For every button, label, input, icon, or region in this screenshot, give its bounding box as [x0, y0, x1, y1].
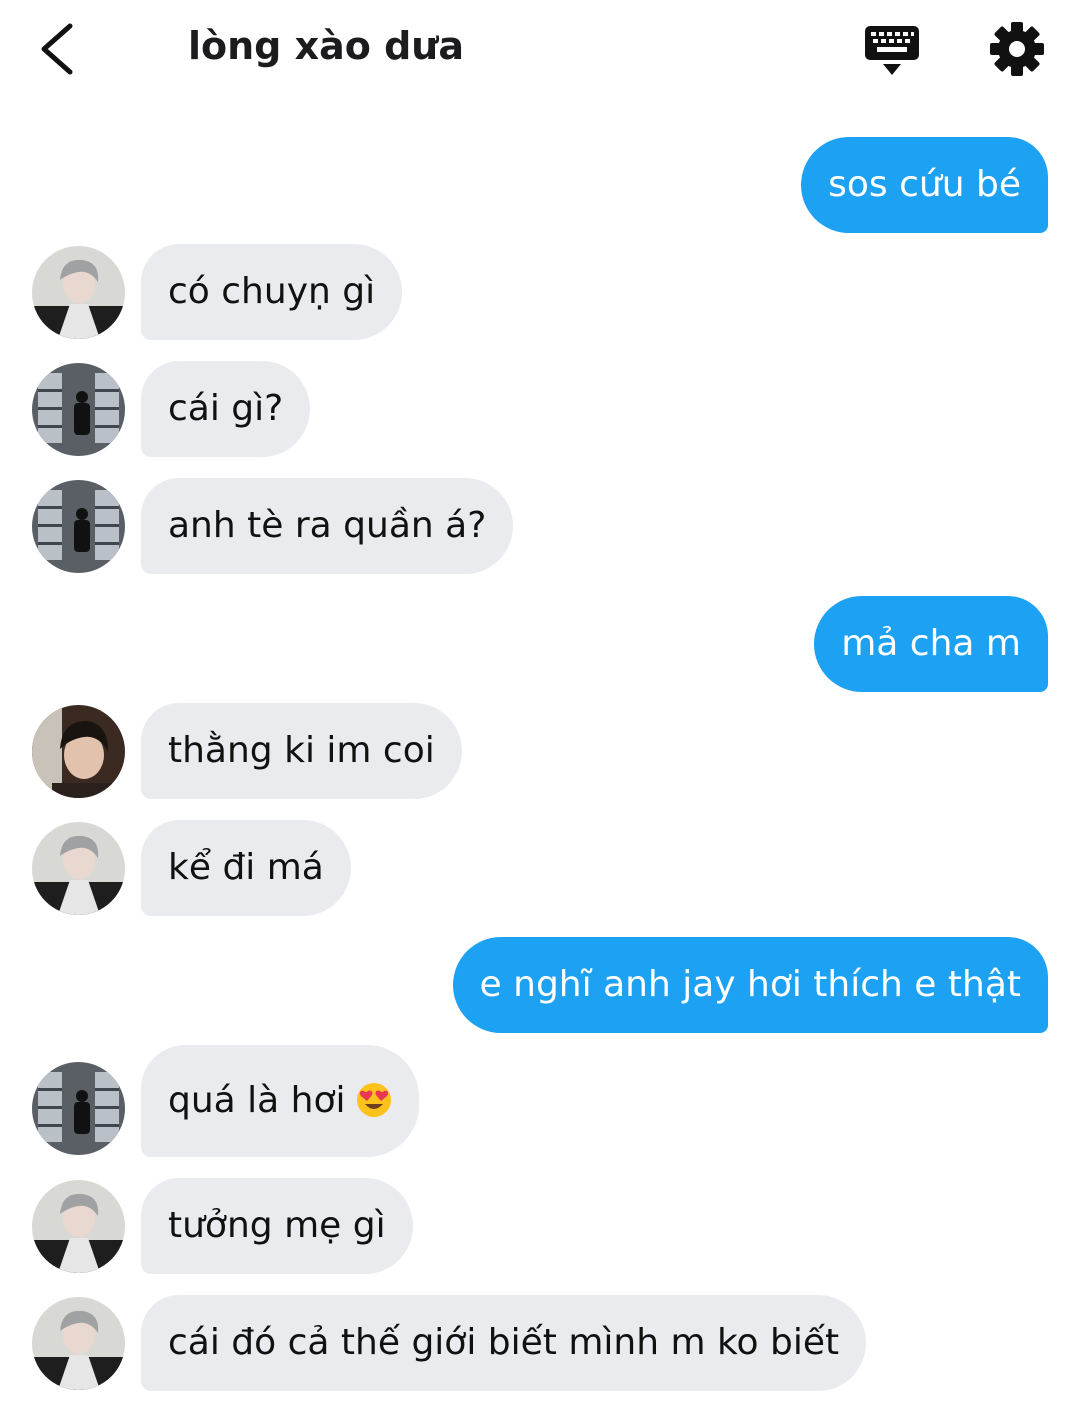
message-text: quá là hơi [168, 1080, 346, 1121]
avatar-silver-hair[interactable] [32, 822, 125, 915]
incoming-message[interactable]: cái gì? [141, 361, 311, 457]
outgoing-message[interactable]: sos cứu bé [801, 137, 1048, 233]
heart-eyes-emoji [356, 1083, 391, 1117]
avatar-silver-hair[interactable] [32, 1297, 125, 1390]
incoming-message[interactable]: kể đi má [141, 820, 351, 916]
incoming-message[interactable]: anh tè ra quần á? [141, 478, 514, 574]
chevron-left-icon [41, 23, 73, 75]
incoming-message[interactable]: thằng ki im coi [141, 703, 462, 799]
chat-title: lòng xào dưa [188, 24, 465, 68]
incoming-message[interactable]: quá là hơi [141, 1045, 419, 1157]
outgoing-message[interactable]: mả cha m [814, 596, 1048, 692]
incoming-message[interactable]: tưởng mẹ gì [141, 1178, 413, 1274]
keyboard-icon [865, 26, 919, 75]
gear-icon [990, 22, 1044, 76]
keyboard-button[interactable] [862, 20, 922, 80]
incoming-message[interactable]: cái đó cả thế giới biết mình m ko biết [141, 1295, 867, 1391]
avatar-silver-hair[interactable] [32, 1180, 125, 1273]
avatar-store[interactable] [32, 363, 125, 456]
outgoing-message[interactable]: e nghĩ anh jay hơi thích e thật [452, 937, 1048, 1033]
avatar-silver-hair[interactable] [32, 246, 125, 339]
back-button[interactable] [30, 18, 90, 78]
chat-header: lòng xào dưa [0, 0, 1080, 100]
settings-button[interactable] [988, 20, 1046, 78]
avatar-store[interactable] [32, 1062, 125, 1155]
avatar-dark-hair[interactable] [32, 705, 125, 798]
avatar-store[interactable] [32, 480, 125, 573]
incoming-message[interactable]: có chuyṇ gì [141, 244, 403, 340]
